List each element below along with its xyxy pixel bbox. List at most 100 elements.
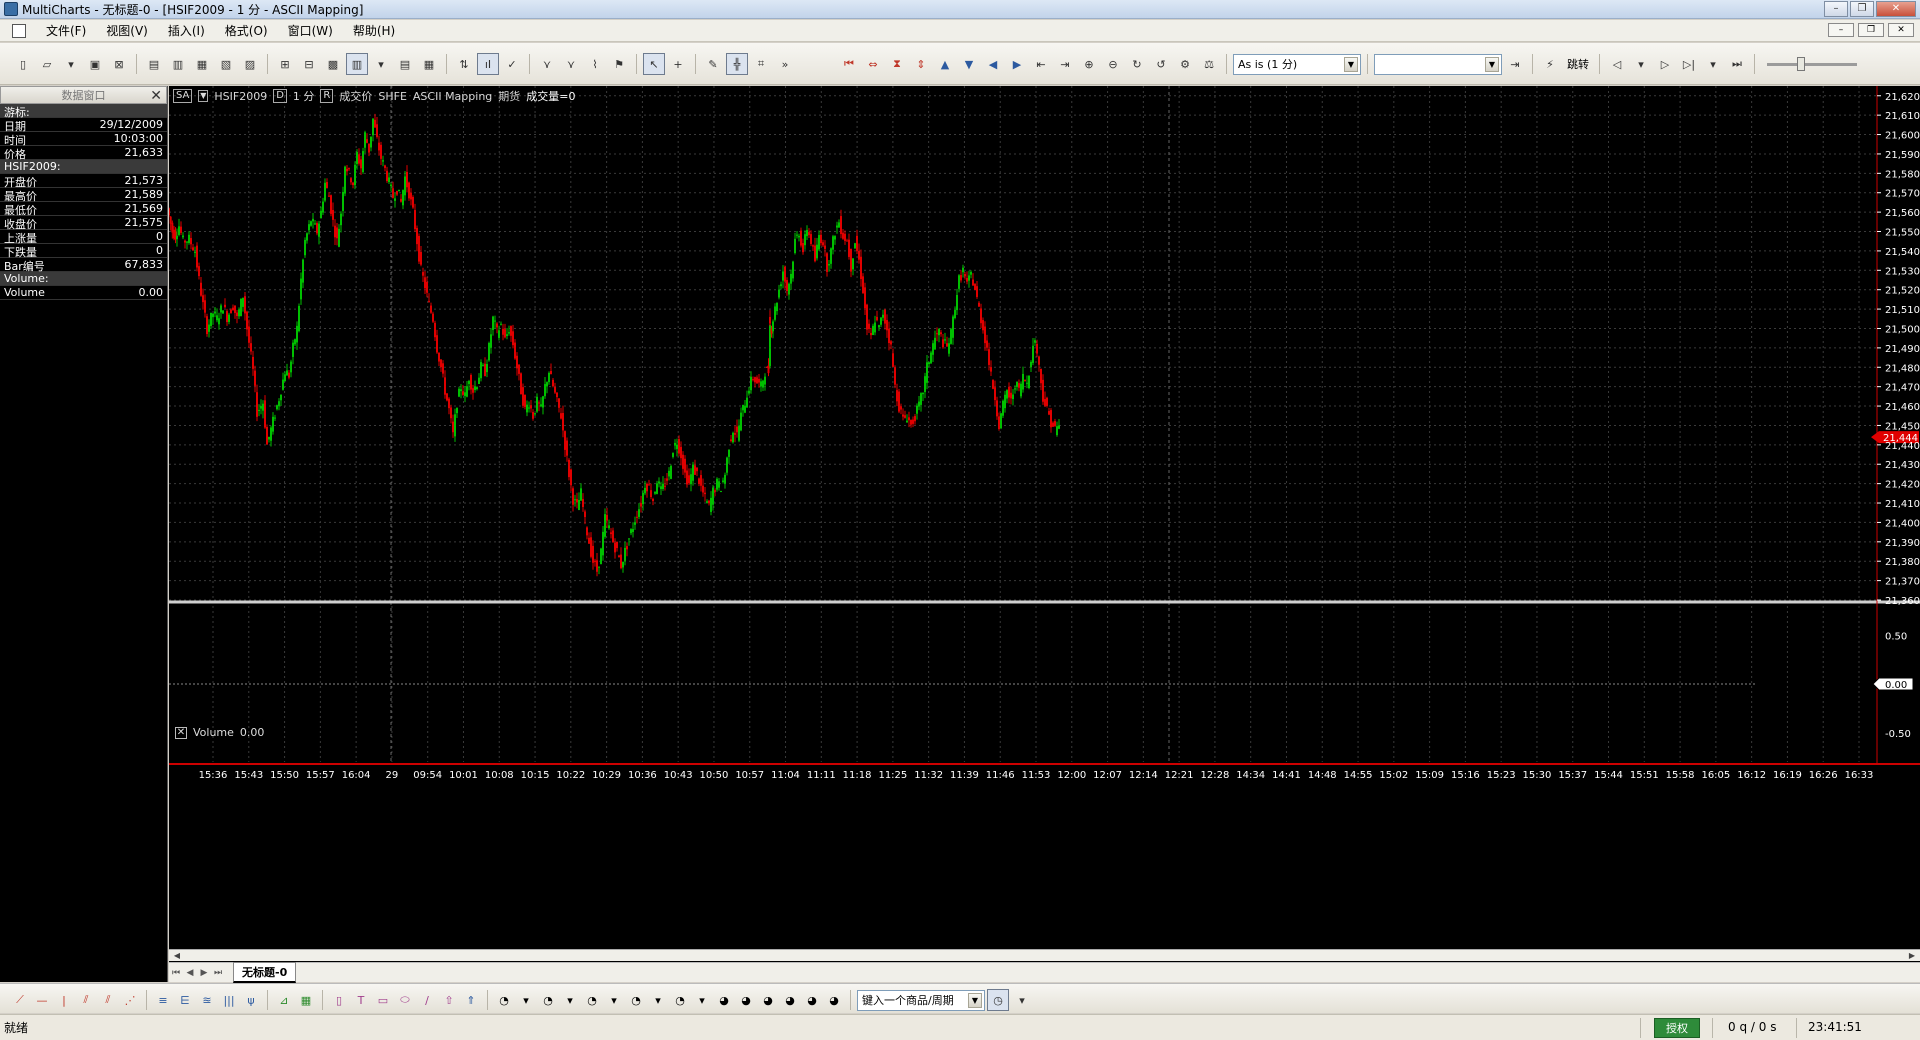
rectangle-icon[interactable]: ▭ (373, 990, 393, 1010)
resolution-select[interactable]: As is (1 分) ▼ (1233, 53, 1361, 75)
gann-icon[interactable]: ⊿ (274, 990, 294, 1010)
tab-prev-icon[interactable]: ◀ (183, 968, 197, 978)
clock-sync-dropdown-icon[interactable]: ▾ (1011, 989, 1033, 1011)
check-icon[interactable]: ✓ (501, 53, 523, 75)
arrow-marker-icon[interactable]: ⇧ (439, 990, 459, 1010)
zoom-out-icon[interactable]: ⊖ (1102, 53, 1124, 75)
clock-sync-icon[interactable]: ◷ (987, 989, 1009, 1011)
scanner-icon[interactable]: ▥ (167, 53, 189, 75)
step-forward-icon[interactable]: ▷| (1678, 53, 1700, 75)
drawing-icon[interactable]: ⌇ (584, 53, 606, 75)
arrow-up-icon[interactable]: ⇑ (461, 990, 481, 1010)
menu-format[interactable]: 格式(O) (215, 22, 278, 39)
tracking-icon[interactable]: ⌗ (750, 53, 772, 75)
range-dropdown-icon[interactable]: ▾ (604, 990, 624, 1010)
end-playback-icon[interactable]: ⏭ (1726, 53, 1748, 75)
scroll-icon[interactable]: ⇔ (862, 53, 884, 75)
bar-style-icon[interactable]: ▥ (346, 53, 368, 75)
settings-grid-icon[interactable]: ▦ (418, 53, 440, 75)
volume-dropdown-icon[interactable]: ▾ (560, 990, 580, 1010)
child-minimize-button[interactable]: – (1828, 23, 1854, 37)
open-folder-icon[interactable]: ▱ (36, 53, 58, 75)
strategy-icon[interactable]: ⇅ (453, 53, 475, 75)
fib-fan-icon[interactable]: ⋿ (175, 990, 195, 1010)
tab-first-icon[interactable]: ⏮ (169, 968, 183, 978)
save-icon[interactable]: ▣ (84, 53, 106, 75)
comment-icon[interactable]: ✎ (702, 53, 724, 75)
bar-style-dropdown-icon[interactable]: ▾ (370, 53, 392, 75)
open-dropdown-icon[interactable]: ▾ (60, 53, 82, 75)
r-label[interactable]: R (320, 89, 334, 103)
seconds-chart-icon[interactable]: ◔ (626, 990, 646, 1010)
channel-icon[interactable]: ⫽ (76, 990, 96, 1010)
jump-end-icon[interactable]: ⇥ (1504, 53, 1526, 75)
fib-arc-icon[interactable]: ≊ (197, 990, 217, 1010)
chart-horizontal-scrollbar[interactable]: ◀ ▶ (169, 949, 1920, 961)
slider-thumb[interactable] (1797, 56, 1805, 71)
scroll-left-icon[interactable]: ◀ (982, 53, 1004, 75)
chart-style-icon[interactable]: ▩ (322, 53, 344, 75)
sa-dropdown-icon[interactable]: ▼ (198, 90, 209, 102)
day-chart-icon[interactable]: ◕ (736, 990, 756, 1010)
restore-button[interactable]: ❐ (1850, 1, 1874, 17)
jump-button[interactable]: 跳转 (1563, 56, 1593, 72)
child-close-button[interactable]: ✕ (1888, 23, 1914, 37)
zoom-out-chart-icon[interactable]: ⊟ (298, 53, 320, 75)
menu-insert[interactable]: 插入(I) (158, 22, 215, 39)
scroll-right-arrow-icon[interactable]: ▶ (1906, 950, 1918, 961)
andrews-pitchfork-icon[interactable]: ψ (241, 990, 261, 1010)
grid-toggle-icon[interactable]: ╬ (726, 53, 748, 75)
minutes-chart-icon[interactable]: ◔ (670, 990, 690, 1010)
chart-window[interactable]: 21,620 21,610 21,600 21,590 21,580 21,570 21,5… (169, 86, 1920, 976)
signal-alt-icon[interactable]: ⋎ (560, 53, 582, 75)
week-chart-icon[interactable]: ◕ (758, 990, 778, 1010)
grid-icon[interactable]: ▦ (296, 990, 316, 1010)
close-button[interactable]: ✕ (1876, 1, 1916, 17)
indicator-icon[interactable]: ıI (477, 53, 499, 75)
year-chart-icon[interactable]: ◕ (824, 990, 844, 1010)
undo-zoom-icon[interactable]: ↺ (1150, 53, 1172, 75)
portfolio-icon[interactable]: ▧ (215, 53, 237, 75)
more-tools-icon[interactable]: » (774, 53, 796, 75)
minutes-dropdown-icon[interactable]: ▾ (692, 990, 712, 1010)
hour-chart-icon[interactable]: ◕ (714, 990, 734, 1010)
volume-chart-icon[interactable]: ◔ (538, 990, 558, 1010)
scale-up-icon[interactable]: ▲ (934, 53, 956, 75)
quarter-chart-icon[interactable]: ◕ (802, 990, 822, 1010)
compare-icon[interactable]: ⚖ (1198, 53, 1220, 75)
close-document-icon[interactable]: ⊠ (108, 53, 130, 75)
menu-window[interactable]: 窗口(W) (278, 22, 343, 39)
order-icon[interactable]: ▨ (239, 53, 261, 75)
sa-label[interactable]: SA (173, 89, 193, 103)
parallel-lines-icon[interactable]: ⫽ (98, 990, 118, 1010)
tick-dropdown-icon[interactable]: ▾ (516, 990, 536, 1010)
range-chart-icon[interactable]: ◔ (582, 990, 602, 1010)
auth-badge[interactable]: 授权 (1654, 1018, 1700, 1038)
fib-levels-icon[interactable]: ≡ (153, 990, 173, 1010)
seconds-dropdown-icon[interactable]: ▾ (648, 990, 668, 1010)
date-jump-input[interactable]: ▼ (1374, 53, 1502, 75)
refresh-icon[interactable]: ↻ (1126, 53, 1148, 75)
compress-icon[interactable]: ⇕ (910, 53, 932, 75)
zoom-in-icon[interactable]: ⊕ (1078, 53, 1100, 75)
menu-file[interactable]: 文件(F) (36, 22, 96, 39)
tab-last-icon[interactable]: ⏭ (211, 968, 225, 978)
tab-next-icon[interactable]: ▶ (197, 968, 211, 978)
document-menu-icon[interactable] (12, 23, 26, 38)
shrink-icon[interactable]: ⇤ (1030, 53, 1052, 75)
ellipse-icon[interactable]: ⬭ (395, 990, 415, 1010)
jump-icon[interactable]: ⚡ (1539, 53, 1561, 75)
format-icon[interactable]: ▤ (394, 53, 416, 75)
new-chart-icon[interactable]: ▤ (143, 53, 165, 75)
fan-icon[interactable]: ⋰ (120, 990, 140, 1010)
freehand-icon[interactable]: ∕ (417, 990, 437, 1010)
crosshair-icon[interactable]: + (667, 53, 689, 75)
text-icon[interactable]: T (351, 990, 371, 1010)
volume-close-icon[interactable]: ✕ (175, 726, 187, 739)
minimize-button[interactable]: – (1824, 1, 1848, 17)
dom-icon[interactable]: ▦ (191, 53, 213, 75)
new-document-icon[interactable]: ▯ (12, 53, 34, 75)
time-zones-icon[interactable]: ||| (219, 990, 239, 1010)
vertical-line-icon[interactable]: | (54, 990, 74, 1010)
child-restore-button[interactable]: ❐ (1858, 23, 1884, 37)
